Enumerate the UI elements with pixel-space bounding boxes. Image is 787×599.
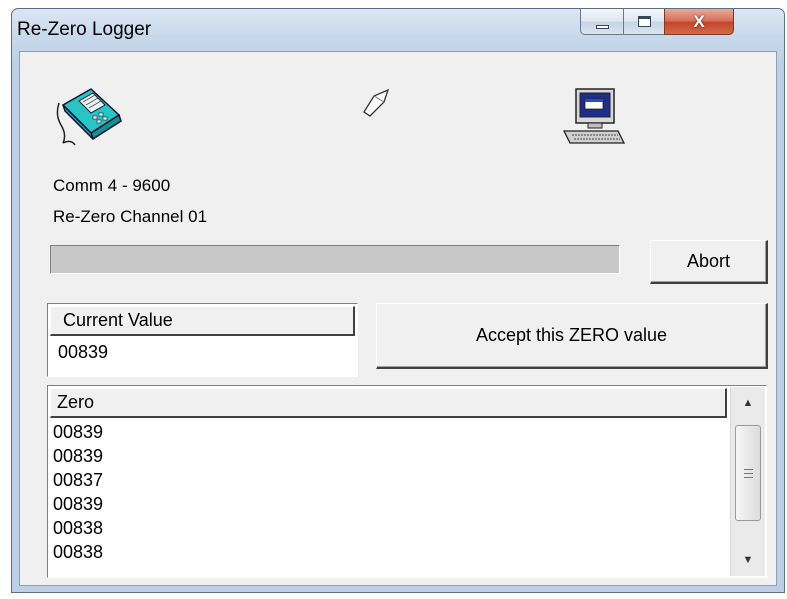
channel-label: Re-Zero Channel 01 [53, 207, 208, 226]
list-item[interactable]: 00839 [53, 420, 723, 444]
scrollbar-thumb[interactable] [735, 425, 761, 521]
list-item[interactable]: 00839 [53, 492, 723, 516]
zero-column-header[interactable]: Zero [50, 388, 727, 418]
data-cable-icon [363, 88, 390, 117]
maximize-button[interactable] [623, 9, 665, 35]
vertical-scrollbar[interactable]: ▲ ▼ [730, 387, 765, 576]
scroll-up-arrow-icon[interactable]: ▲ [733, 389, 763, 417]
re-zero-logger-window: Re-Zero Logger X Comm 4 - 9600 Re-Zero C… [11, 8, 785, 593]
list-item[interactable]: 00839 [53, 444, 723, 468]
current-value-panel: Current Value 00839 [47, 303, 358, 377]
current-value-readout: 00839 [58, 342, 109, 362]
zero-list[interactable]: Zero 00839 00839 00837 00839 00838 00838 ▲ ▼ [47, 385, 767, 578]
close-button[interactable]: X [664, 9, 734, 35]
progress-bar [50, 245, 620, 274]
computer-icon [562, 88, 626, 144]
grip-icon [743, 468, 753, 478]
zero-list-rows: 00839 00839 00837 00839 00838 00838 [53, 420, 723, 564]
window-title: Re-Zero Logger [17, 19, 152, 40]
list-item[interactable]: 00838 [53, 540, 723, 564]
abort-button[interactable]: Abort [650, 240, 768, 284]
scroll-down-arrow-icon[interactable]: ▼ [733, 546, 763, 574]
list-item[interactable]: 00837 [53, 468, 723, 492]
dialog-client-area: Comm 4 - 9600 Re-Zero Channel 01 Abort C… [19, 51, 777, 586]
handheld-logger-icon [56, 88, 122, 146]
minimize-icon [595, 24, 609, 29]
comm-port-label: Comm 4 - 9600 [53, 176, 171, 195]
list-item[interactable]: 00838 [53, 516, 723, 540]
maximize-icon [637, 16, 651, 27]
minimize-button[interactable] [580, 9, 624, 35]
accept-zero-button[interactable]: Accept this ZERO value [376, 303, 768, 369]
current-value-header: Current Value [50, 306, 355, 336]
close-icon: X [693, 11, 705, 31]
